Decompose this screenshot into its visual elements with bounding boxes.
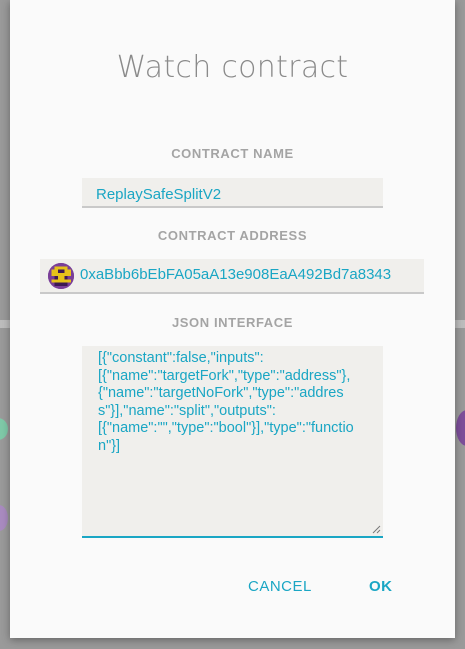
json-interface-label: JSON INTERFACE (171, 315, 294, 330)
watch-contract-dialog: Watch contract CONTRACT NAME CONTRACT AD… (10, 0, 455, 638)
json-interface-value: [{"constant":false,"inputs": [{"name":"t… (98, 350, 354, 454)
contract-address-input[interactable]: 0xaBbb6bEbFA05aA13e908EaA492Bd7a8343 (40, 259, 424, 294)
cancel-button[interactable]: CANCEL (248, 578, 312, 595)
backdrop-fragment (456, 410, 465, 446)
address-identicon-icon (48, 263, 74, 289)
contract-name-label: CONTRACT NAME (171, 146, 294, 161)
resize-grip-icon[interactable] (372, 525, 381, 534)
ok-button[interactable]: OK (369, 578, 393, 595)
contract-address-label: CONTRACT ADDRESS (157, 228, 308, 243)
contract-name-input[interactable] (82, 178, 383, 208)
backdrop-fragment (0, 505, 8, 531)
json-interface-textarea[interactable]: [{"constant":false,"inputs": [{"name":"t… (82, 346, 383, 538)
contract-address-value: 0xaBbb6bEbFA05aA13e908EaA492Bd7a8343 (80, 266, 392, 283)
backdrop-fragment (0, 418, 8, 440)
dialog-title: Watch contract (116, 50, 349, 85)
